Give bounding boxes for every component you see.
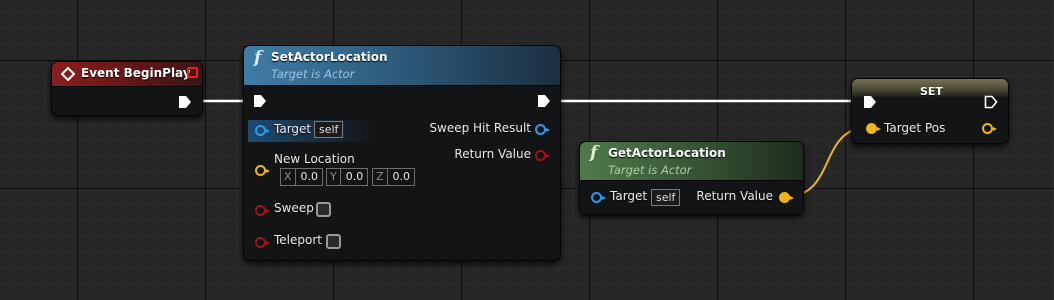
- set-actor-location-node[interactable]: f SetActorLocation Target is Actor Targe…: [243, 45, 561, 261]
- sweep-hit-result-output-pin[interactable]: [535, 124, 550, 135]
- event-beginplay-title: Event BeginPlay: [81, 66, 191, 80]
- target-input-pin[interactable]: [255, 125, 270, 136]
- function-icon: f: [590, 143, 598, 163]
- event-beginplay-header[interactable]: Event BeginPlay: [52, 62, 202, 87]
- get-target-input-pin[interactable]: [591, 192, 606, 203]
- target-label: Target: [274, 122, 312, 136]
- event-beginplay-node[interactable]: Event BeginPlay: [51, 61, 203, 116]
- new-location-y-field[interactable]: Y 0.0: [326, 168, 369, 186]
- new-location-z-field[interactable]: Z 0.0: [372, 168, 416, 186]
- z-value: 0.0: [392, 170, 411, 183]
- teleport-input-pin[interactable]: [255, 237, 270, 248]
- get-return-value-output-pin[interactable]: [779, 192, 794, 203]
- get-actor-location-title: GetActorLocation: [608, 146, 726, 160]
- teleport-label: Teleport: [274, 233, 322, 247]
- set-exec-out-pin[interactable]: [984, 95, 998, 109]
- get-target-self-default[interactable]: self: [651, 189, 681, 206]
- new-location-input-pin[interactable]: [255, 165, 270, 176]
- x-value: 0.0: [300, 170, 319, 183]
- set-actor-location-subtitle: Target is Actor: [271, 67, 355, 81]
- exec-out-pin[interactable]: [537, 94, 551, 108]
- sweep-label: Sweep: [274, 201, 314, 215]
- set-actor-location-header[interactable]: f SetActorLocation Target is Actor: [244, 46, 560, 86]
- teleport-checkbox[interactable]: [326, 234, 341, 249]
- z-axis-label: Z: [373, 169, 388, 185]
- sweep-hit-result-label: Sweep Hit Result: [429, 121, 531, 135]
- exec-in-pin[interactable]: [253, 94, 267, 108]
- exec-out-pin[interactable]: [178, 95, 192, 109]
- set-exec-in-pin[interactable]: [863, 95, 877, 109]
- return-value-output-pin[interactable]: [535, 150, 550, 161]
- target-pos-label: Target Pos: [884, 121, 946, 135]
- function-icon: f: [254, 48, 262, 68]
- get-target-label: Target: [610, 189, 648, 203]
- get-return-value-label: Return Value: [696, 189, 773, 203]
- y-value: 0.0: [345, 170, 364, 183]
- get-actor-location-subtitle: Target is Actor: [608, 163, 692, 177]
- new-location-x-field[interactable]: X 0.0: [280, 168, 324, 186]
- new-location-label: New Location: [274, 152, 355, 166]
- set-actor-location-title: SetActorLocation: [271, 50, 388, 64]
- set-variable-node[interactable]: SET Target Pos: [851, 78, 1009, 144]
- y-axis-label: Y: [327, 169, 341, 185]
- target-pos-output-pin[interactable]: [982, 123, 997, 134]
- set-variable-title: SET: [920, 85, 943, 98]
- sweep-input-pin[interactable]: [255, 205, 270, 216]
- target-self-default[interactable]: self: [314, 121, 344, 138]
- event-diamond-icon: [61, 67, 75, 81]
- target-pos-input-pin[interactable]: [866, 123, 881, 134]
- get-actor-location-node[interactable]: f GetActorLocation Target is Actor Targe…: [579, 141, 804, 215]
- get-actor-location-header[interactable]: f GetActorLocation Target is Actor: [580, 142, 803, 181]
- return-value-label: Return Value: [454, 147, 531, 161]
- sweep-checkbox[interactable]: [316, 202, 331, 217]
- delegate-square-icon[interactable]: [187, 67, 198, 78]
- x-axis-label: X: [281, 169, 296, 185]
